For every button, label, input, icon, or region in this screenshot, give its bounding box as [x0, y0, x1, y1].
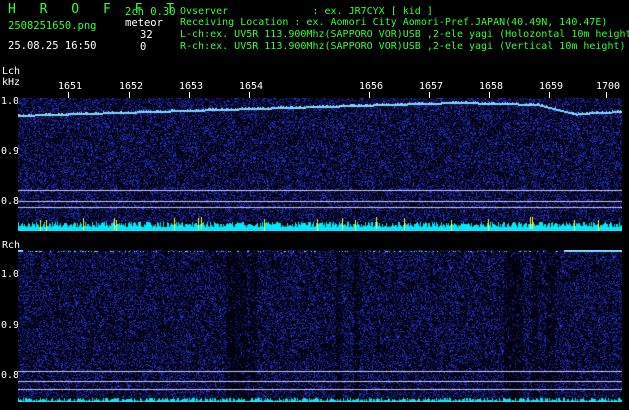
- lch-ytick-0-8: 0.8: [1, 196, 20, 207]
- date-time: 25.08.25 16:50: [8, 40, 97, 52]
- meteor-count-r: 0: [140, 41, 147, 53]
- location-line: Receiving Location : ex. Aomori City Aom…: [180, 17, 608, 28]
- rch-ytick-1-0: 1.0: [1, 269, 20, 280]
- time-label-1653: 1653: [179, 81, 204, 92]
- time-label-1651: 1651: [58, 81, 83, 92]
- time-label-1658: 1658: [479, 81, 504, 92]
- rch-ytick-0-8: 0.8: [1, 370, 20, 381]
- time-label-1700: 1700: [596, 81, 621, 92]
- rch-spectrogram: [18, 250, 622, 402]
- rch-description: R-ch:ex. UV5R 113.900Mhz(SAPPORO VOR)USB…: [180, 41, 626, 52]
- time-label-1654: 1654: [239, 81, 264, 92]
- lch-unit: kHz: [2, 77, 21, 88]
- lch-description: L-ch:ex. UV5R 113.900Mhz(SAPPORO VOR)USB…: [180, 29, 629, 40]
- lch-spectrogram: [18, 98, 622, 231]
- time-label-1659: 1659: [539, 81, 564, 92]
- file-name: 2508251650.png: [8, 20, 97, 32]
- lch-ytick-1-0: 1.0: [1, 96, 20, 107]
- meteor-label: meteor: [125, 17, 163, 29]
- lch-label: Lch: [2, 66, 21, 77]
- time-label-1657: 1657: [419, 81, 444, 92]
- time-label-1656: 1656: [359, 81, 384, 92]
- rch-ytick-0-9: 0.9: [1, 320, 20, 331]
- time-label-1652: 1652: [119, 81, 144, 92]
- meteor-count-l: 32: [140, 29, 153, 41]
- lch-ytick-0-9: 0.9: [1, 146, 20, 157]
